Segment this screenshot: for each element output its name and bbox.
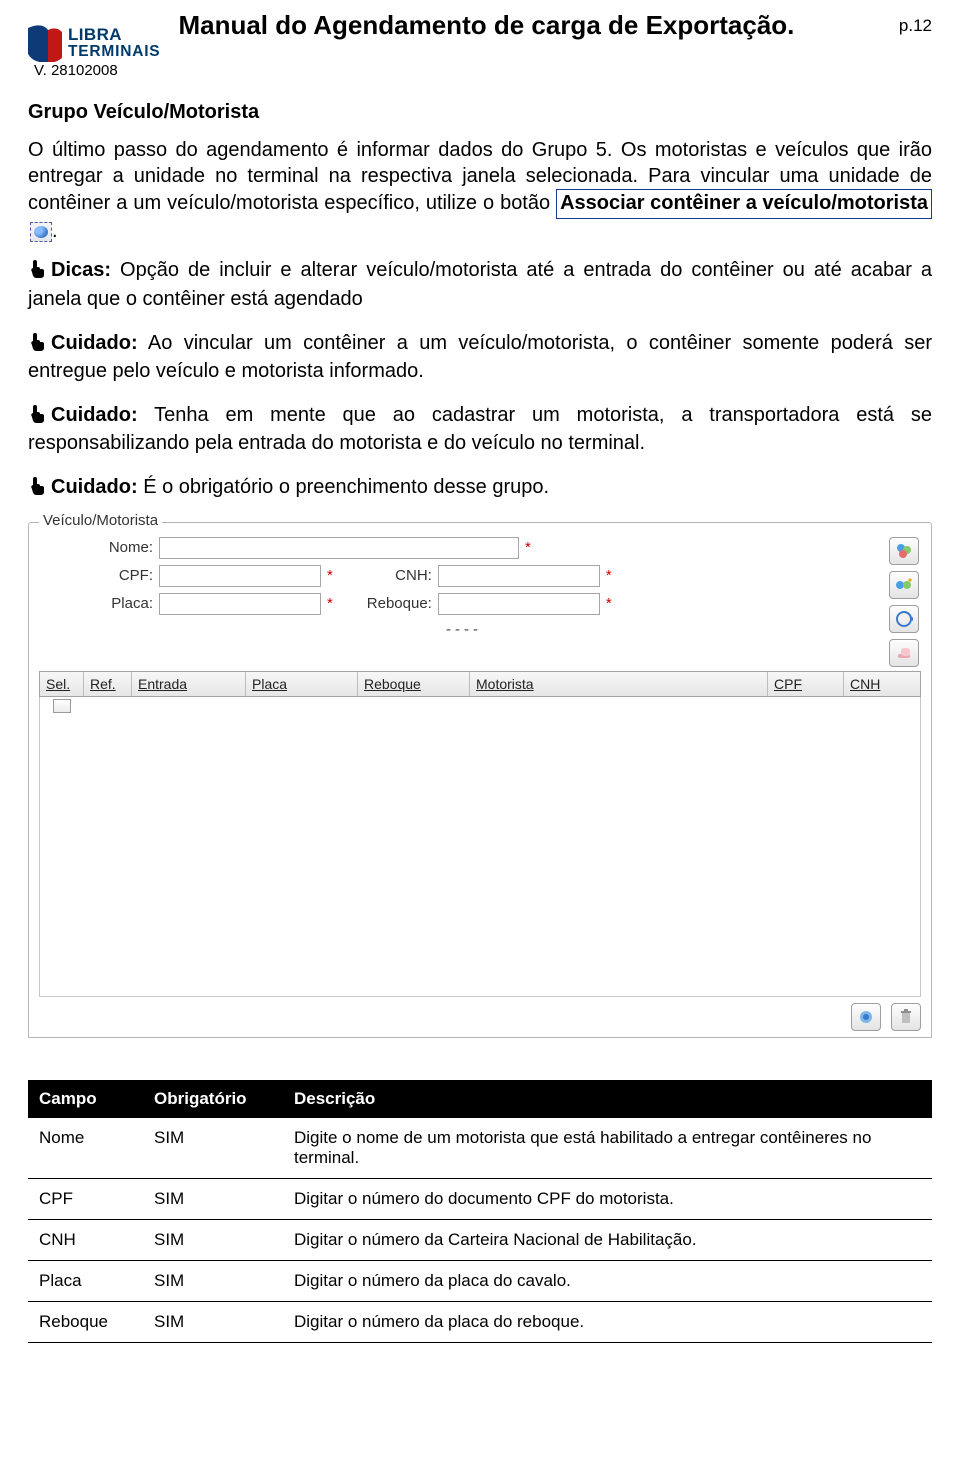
brand-logo: LIBRA TERMINAIS <box>28 24 160 62</box>
intro-text-b: . <box>52 220 58 242</box>
cell-obr: SIM <box>144 1260 284 1301</box>
table-row: Placa SIM Digitar o número da placa do c… <box>29 1260 932 1301</box>
notes-block: Dicas: Opção de incluir e alterar veícul… <box>28 258 932 503</box>
hand-icon <box>28 476 48 504</box>
section-heading: Grupo Veículo/Motorista <box>28 101 932 124</box>
col-motorista[interactable]: Motorista <box>470 672 768 696</box>
cuidado2-note: Cuidado: Tenha em mente que ao cadastrar… <box>28 403 932 457</box>
dicas-note: Dicas: Opção de incluir e alterar veícul… <box>28 258 932 312</box>
table-row: Nome SIM Digite o nome de um motorista q… <box>29 1117 932 1178</box>
associate-container-link[interactable]: Associar contêiner a veículo/motorista <box>556 189 932 219</box>
field-description-table: Campo Obrigatório Descrição Nome SIM Dig… <box>28 1080 932 1343</box>
cell-campo: Reboque <box>29 1301 144 1342</box>
logo-text: LIBRA TERMINAIS <box>68 27 160 60</box>
clear-button[interactable] <box>889 639 919 667</box>
cell-desc: Digitar o número da placa do cavalo. <box>284 1260 932 1301</box>
grid-empty-row <box>40 697 920 715</box>
associate-button[interactable] <box>889 605 919 633</box>
th-obrigatorio: Obrigatório <box>144 1080 284 1117</box>
document-title: Manual do Agendamento de carga de Export… <box>178 10 898 41</box>
row-select-cell[interactable] <box>40 697 84 715</box>
link-container-button[interactable] <box>851 1003 881 1031</box>
logo-line2: TERMINAIS <box>68 43 160 60</box>
input-reboque[interactable] <box>438 593 600 615</box>
label-placa: Placa: <box>39 595 159 612</box>
col-sel[interactable]: Sel. <box>40 672 84 696</box>
grid-action-buttons <box>39 1003 921 1031</box>
cell-desc: Digitar o número do documento CPF do mot… <box>284 1178 932 1219</box>
associate-container-label: Associar contêiner a veículo/motorista <box>560 192 928 214</box>
cuidado1-note: Cuidado: Ao vincular um contêiner a um v… <box>28 331 932 385</box>
cell-obr: SIM <box>144 1301 284 1342</box>
required-asterisk: * <box>606 595 612 612</box>
cell-desc: Digitar o número da placa do reboque. <box>284 1301 932 1342</box>
dicas-text: Opção de incluir e alterar veículo/motor… <box>28 259 932 310</box>
intro-paragraph: O último passo do agendamento é informar… <box>28 138 932 244</box>
input-cnh[interactable] <box>438 565 600 587</box>
col-ref[interactable]: Ref. <box>84 672 132 696</box>
input-cpf[interactable] <box>159 565 321 587</box>
add-motorista-button[interactable] <box>889 571 919 599</box>
cell-desc: Digite o nome de um motorista que está h… <box>284 1117 932 1178</box>
cell-obr: SIM <box>144 1219 284 1260</box>
th-campo: Campo <box>29 1080 144 1117</box>
cell-campo: CNH <box>29 1219 144 1260</box>
row-select-box[interactable] <box>53 699 71 713</box>
required-asterisk: * <box>525 539 531 556</box>
associate-icon[interactable] <box>30 222 52 242</box>
grid-header: Sel. Ref. Entrada Placa Reboque Motorist… <box>39 671 921 697</box>
table-row: Reboque SIM Digitar o número da placa do… <box>29 1301 932 1342</box>
cuidado-label: Cuidado: <box>51 404 138 426</box>
cuidado-label: Cuidado: <box>51 476 138 498</box>
col-reboque[interactable]: Reboque <box>358 672 470 696</box>
required-asterisk: * <box>606 567 612 584</box>
cuidado2-text: Tenha em mente que ao cadastrar um motor… <box>28 404 932 455</box>
input-placa[interactable] <box>159 593 321 615</box>
col-placa[interactable]: Placa <box>246 672 358 696</box>
cell-obr: SIM <box>144 1178 284 1219</box>
cuidado3-note: Cuidado: É o obrigatório o preenchimento… <box>28 475 932 504</box>
row-cpf-cnh: CPF: * CNH: * <box>39 565 889 587</box>
page-header: LIBRA TERMINAIS Manual do Agendamento de… <box>28 10 932 62</box>
label-cpf: CPF: <box>39 567 159 584</box>
veiculo-motorista-panel: Veículo/Motorista Nome: * CPF: * CNH: * <box>28 522 932 1038</box>
hand-icon <box>28 259 48 287</box>
search-motorista-button[interactable] <box>889 537 919 565</box>
motorista-grid: Sel. Ref. Entrada Placa Reboque Motorist… <box>39 671 921 997</box>
version-label: V. 28102008 <box>34 62 932 79</box>
dicas-label: Dicas: <box>51 259 111 281</box>
table-row: CNH SIM Digitar o número da Carteira Nac… <box>29 1219 932 1260</box>
cuidado-label: Cuidado: <box>51 332 138 354</box>
hand-icon <box>28 332 48 360</box>
cuidado3-text: É o obrigatório o preenchimento desse gr… <box>138 476 549 498</box>
logo-swoosh-icon <box>28 24 62 62</box>
cell-campo: Placa <box>29 1260 144 1301</box>
divider-dashes: ---- <box>39 621 889 638</box>
label-nome: Nome: <box>39 539 159 556</box>
cuidado1-text: Ao vincular um contêiner a um veículo/mo… <box>28 332 932 383</box>
row-nome: Nome: * <box>39 537 889 559</box>
label-reboque: Reboque: <box>333 595 438 612</box>
page-number: p.12 <box>899 10 932 36</box>
delete-button[interactable] <box>891 1003 921 1031</box>
panel-legend: Veículo/Motorista <box>39 512 162 529</box>
col-entrada[interactable]: Entrada <box>132 672 246 696</box>
cell-desc: Digitar o número da Carteira Nacional de… <box>284 1219 932 1260</box>
label-cnh: CNH: <box>333 567 438 584</box>
col-cpf[interactable]: CPF <box>768 672 844 696</box>
col-cnh[interactable]: CNH <box>844 672 920 696</box>
cell-campo: CPF <box>29 1178 144 1219</box>
row-placa-reboque: Placa: * Reboque: * <box>39 593 889 615</box>
table-row: CPF SIM Digitar o número do documento CP… <box>29 1178 932 1219</box>
logo-line1: LIBRA <box>68 25 122 44</box>
hand-icon <box>28 404 48 432</box>
th-descricao: Descrição <box>284 1080 932 1117</box>
cell-campo: Nome <box>29 1117 144 1178</box>
cell-obr: SIM <box>144 1117 284 1178</box>
input-nome[interactable] <box>159 537 519 559</box>
grid-body[interactable] <box>39 697 921 997</box>
form-action-buttons <box>889 537 921 667</box>
